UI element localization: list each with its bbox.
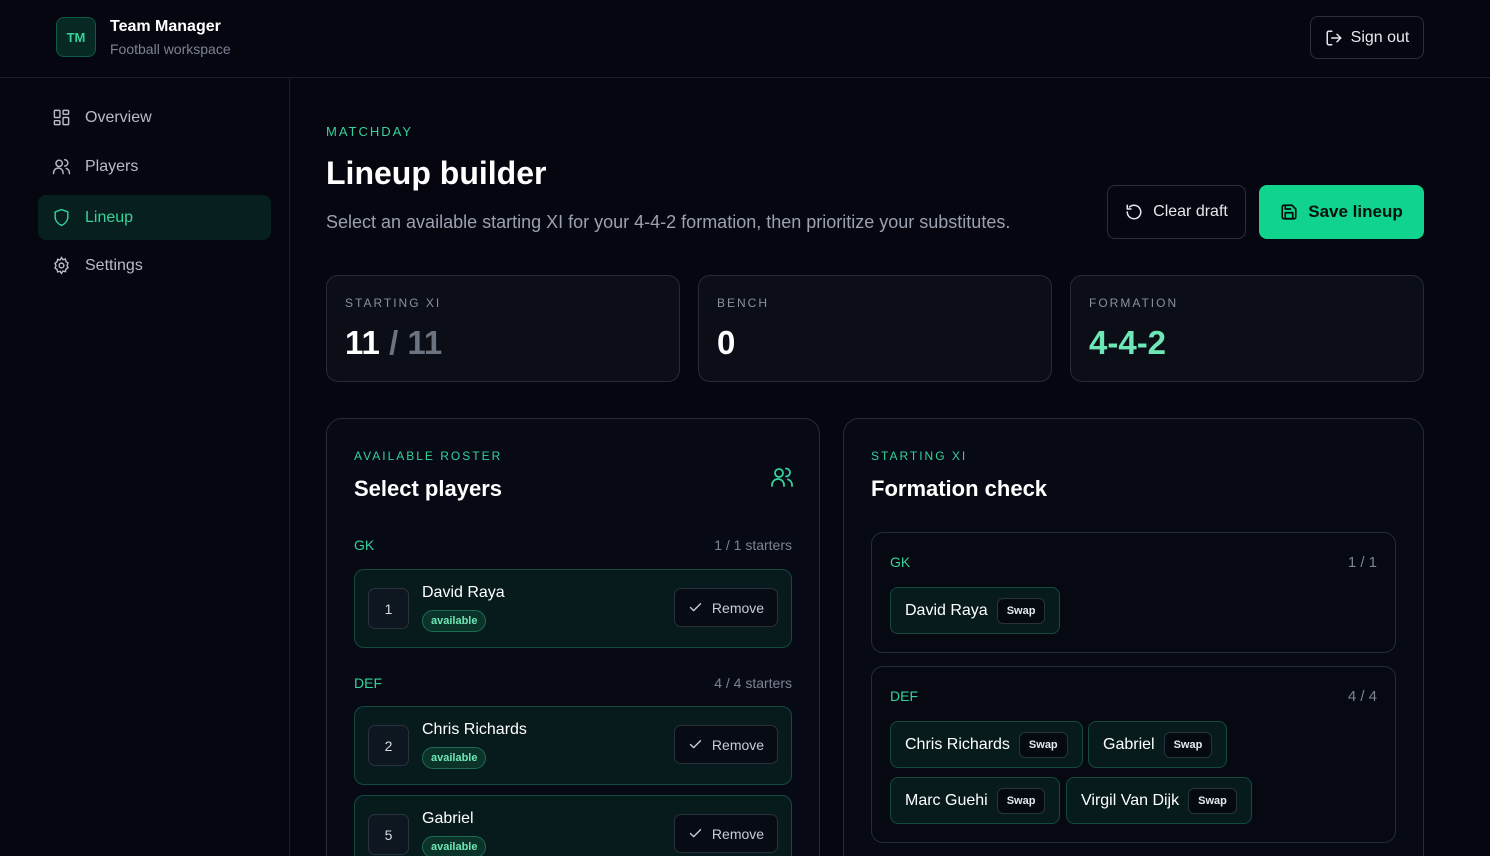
users-icon — [770, 465, 794, 489]
stat-card-bench: BENCH 0 — [698, 275, 1052, 382]
list-item: 1 David Raya available Remove — [354, 569, 792, 648]
save-lineup-label: Save lineup — [1308, 202, 1403, 221]
player-name: Virgil Van Dijk — [1081, 791, 1180, 809]
formation-panel: STARTING XI Formation check GK 1 / 1 Dav… — [843, 418, 1424, 856]
clear-draft-label: Clear draft — [1153, 203, 1228, 220]
panel-title: Formation check — [871, 476, 1048, 501]
save-lineup-button[interactable]: Save lineup — [1259, 185, 1424, 239]
stat-value: 0 — [717, 324, 736, 361]
page-subtitle: Select an available starting XI for your… — [326, 212, 1011, 232]
list-item: 2 Chris Richards available Remove — [354, 706, 792, 785]
shield-icon — [52, 208, 71, 227]
sign-out-icon — [1325, 29, 1343, 47]
check-icon — [688, 826, 703, 841]
sidebar-item-overview[interactable]: Overview — [38, 95, 271, 140]
status-badge: available — [422, 836, 487, 856]
panel-eyebrow: AVAILABLE ROSTER — [354, 449, 503, 463]
group-label-gk: GK — [354, 537, 375, 553]
sidebar-item-settings[interactable]: Settings — [38, 243, 271, 288]
page-eyebrow: MATCHDAY — [326, 124, 414, 139]
formation-group-gk: GK 1 / 1 David Raya Swap — [871, 532, 1396, 653]
sign-out-label: Sign out — [1350, 28, 1410, 46]
users-icon — [52, 157, 71, 176]
player-name: Gabriel — [422, 810, 474, 827]
player-name: Chris Richards — [422, 721, 527, 738]
sidebar: Overview Players Lineup Settings — [0, 78, 290, 856]
swap-button[interactable]: Swap — [1163, 731, 1213, 758]
rotate-ccw-icon — [1125, 203, 1143, 221]
stat-card-formation: FORMATION 4-4-2 — [1070, 275, 1424, 382]
sign-out-button[interactable]: Sign out — [1310, 16, 1424, 59]
group-label-def: DEF — [354, 675, 382, 691]
sidebar-item-label: Lineup — [85, 208, 134, 226]
remove-label: Remove — [711, 736, 765, 753]
list-item: 5 Gabriel available Remove — [354, 795, 792, 856]
page-title: Lineup builder — [326, 155, 547, 191]
starting-count: 11 — [345, 324, 380, 361]
group-count-def: 4 / 4 starters — [714, 675, 792, 691]
grid-icon — [52, 108, 71, 127]
group-label: DEF — [890, 688, 918, 704]
player-name: David Raya — [905, 601, 988, 619]
app-title: Team Manager — [110, 18, 221, 35]
sidebar-item-lineup[interactable]: Lineup — [38, 195, 271, 240]
group-count: 1 / 1 — [1347, 554, 1377, 571]
player-chip: Chris Richards Swap — [890, 721, 1083, 768]
formation-group-def: DEF 4 / 4 Chris Richards Swap Gabriel Sw… — [871, 666, 1396, 843]
save-icon — [1280, 203, 1298, 221]
player-chip: Marc Guehi Swap — [890, 777, 1061, 824]
remove-button[interactable]: Remove — [674, 588, 778, 627]
player-number: 5 — [368, 814, 409, 855]
remove-label: Remove — [711, 599, 765, 616]
panel-eyebrow: STARTING XI — [871, 449, 968, 463]
stat-label: FORMATION — [1089, 296, 1179, 310]
swap-button[interactable]: Swap — [996, 597, 1046, 624]
stat-label: STARTING XI — [345, 296, 442, 310]
stat-value: 4-4-2 — [1089, 324, 1167, 361]
sidebar-item-label: Overview — [85, 108, 152, 126]
check-icon — [688, 600, 703, 615]
check-icon — [688, 737, 703, 752]
player-name: Marc Guehi — [905, 791, 988, 809]
player-chip: Gabriel Swap — [1088, 721, 1228, 768]
player-name: David Raya — [422, 584, 505, 601]
group-label: GK — [890, 554, 911, 570]
group-count: 4 / 4 — [1347, 688, 1377, 705]
sidebar-item-label: Settings — [85, 256, 143, 274]
starting-total: / 11 — [389, 324, 443, 361]
app-subtitle: Football workspace — [110, 41, 231, 57]
player-number: 1 — [368, 588, 409, 629]
stat-label: BENCH — [717, 296, 770, 310]
swap-button[interactable]: Swap — [1018, 731, 1068, 758]
remove-button[interactable]: Remove — [674, 814, 778, 853]
sidebar-item-label: Players — [85, 157, 139, 175]
group-count-gk: 1 / 1 starters — [714, 537, 792, 553]
status-badge: available — [422, 747, 487, 769]
top-bar: TM Team Manager Football workspace Sign … — [0, 0, 1490, 78]
player-number: 2 — [368, 725, 409, 766]
roster-panel: AVAILABLE ROSTER Select players GK 1 / 1… — [326, 418, 820, 856]
panel-title: Select players — [354, 476, 502, 501]
app-logo: TM — [56, 17, 96, 57]
remove-button[interactable]: Remove — [674, 725, 778, 764]
clear-draft-button[interactable]: Clear draft — [1107, 185, 1246, 239]
gear-icon — [52, 256, 71, 275]
player-name: Gabriel — [1103, 735, 1155, 753]
player-name: Chris Richards — [905, 735, 1010, 753]
swap-button[interactable]: Swap — [1188, 787, 1237, 814]
sidebar-item-players[interactable]: Players — [38, 144, 271, 189]
swap-button[interactable]: Swap — [996, 787, 1046, 814]
stat-card-starting-xi: STARTING XI 11 / 11 — [326, 275, 680, 382]
status-badge: available — [422, 610, 487, 632]
player-chip: Virgil Van Dijk Swap — [1066, 777, 1252, 824]
player-chip: David Raya Swap — [890, 587, 1061, 634]
remove-label: Remove — [711, 825, 765, 842]
stat-value: 11 / 11 — [345, 324, 442, 362]
